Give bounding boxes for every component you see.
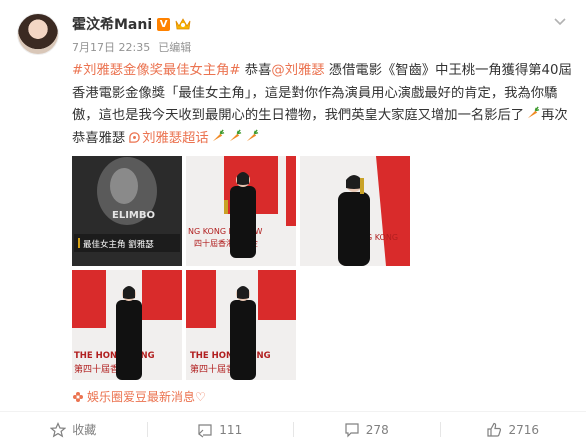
author-name[interactable]: 霍汶希Mani	[72, 14, 152, 34]
hashtag-link[interactable]: #刘雅瑟金像奖最佳女主角#	[72, 63, 241, 78]
like-button[interactable]: 2716	[439, 412, 586, 447]
comment-icon	[345, 422, 359, 437]
comment-button[interactable]: 278	[293, 412, 440, 447]
photo-1[interactable]: ELIMBO 最佳女主角 劉雅瑟	[72, 156, 182, 266]
carrot-emoji-icon	[229, 129, 241, 141]
carrot-emoji-icon	[246, 129, 258, 141]
photo-4[interactable]: THE HONG KONG 第四十屆香	[72, 270, 182, 380]
photo-3[interactable]: G KONG	[300, 156, 410, 266]
text-congrats: 恭喜	[240, 63, 272, 78]
like-count: 2716	[508, 422, 540, 437]
chevron-down-icon[interactable]	[551, 12, 569, 30]
favorite-button[interactable]: 收藏	[0, 412, 147, 447]
photo-5-bg-text2: 第四十屆香	[190, 363, 235, 375]
comment-count: 278	[365, 422, 389, 437]
repost-count: 111	[219, 422, 243, 437]
carrot-emoji-icon	[527, 106, 540, 119]
photo-4-bg-text: THE HONG KONG	[74, 351, 155, 361]
thumbs-up-icon	[487, 422, 502, 437]
favorite-label: 收藏	[72, 423, 97, 437]
action-bar: 收藏 111 278 2716	[0, 412, 586, 447]
flower-icon	[73, 391, 83, 402]
photo-1-caption-top: ELIMBO	[112, 210, 155, 221]
photo-2[interactable]: NG KONG FILM AW 四十屆香港電影金	[186, 156, 296, 266]
photo-3-bg-text: G KONG	[366, 233, 398, 242]
post-text: #刘雅瑟金像奖最佳女主角# 恭喜@刘雅瑟 憑借電影《智齒》中王桃一角獲得第40屆…	[72, 60, 572, 150]
post-source[interactable]: 娛乐圈爱豆最新消息♡	[72, 388, 206, 405]
photo-5[interactable]: THE HONG KONG 第四十屆香	[186, 270, 296, 380]
photo-4-bg-text2: 第四十屆香	[74, 363, 119, 375]
mention-link[interactable]: @刘雅瑟	[271, 63, 324, 78]
post-date[interactable]: 7月17日 22:35	[72, 39, 150, 55]
weibo-post-card: 霍汶希Mani V 7月17日 22:35 已编辑 #刘雅瑟金像奖最佳女主角# …	[0, 0, 586, 447]
superlink-topic[interactable]: 刘雅瑟超话	[142, 131, 208, 146]
post-source-text: 娛乐圈爱豆最新消息♡	[87, 390, 206, 404]
edited-label[interactable]: 已编辑	[158, 39, 191, 55]
avatar[interactable]	[17, 13, 59, 55]
repost-button[interactable]: 111	[146, 412, 294, 447]
repost-icon	[198, 423, 212, 437]
star-icon	[50, 421, 67, 437]
post-meta: 7月17日 22:35 已编辑	[72, 39, 191, 55]
verified-icon: V	[157, 17, 171, 31]
superlink-icon	[129, 131, 140, 143]
member-crown-icon	[175, 18, 191, 30]
author-row: 霍汶希Mani V	[72, 15, 191, 33]
photo-1-caption-bottom: 最佳女主角 劉雅瑟	[83, 239, 154, 250]
carrot-emoji-icon	[212, 129, 224, 141]
